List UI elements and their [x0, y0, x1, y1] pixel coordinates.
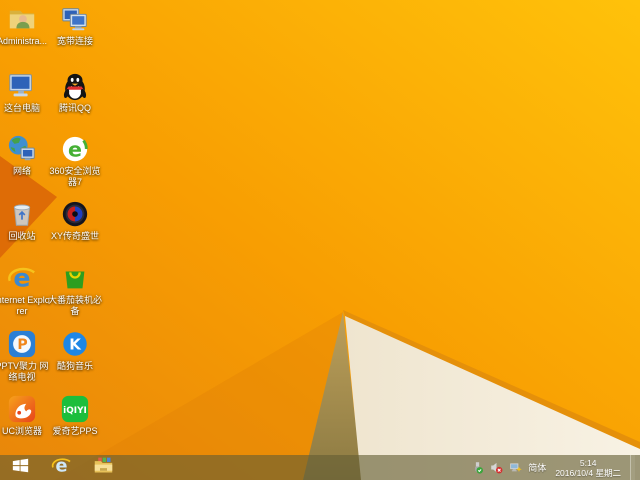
- svg-text:iQIYI: iQIYI: [63, 406, 87, 416]
- start-button[interactable]: [0, 455, 40, 480]
- desktop-icon-label: UC浏览器: [2, 426, 42, 436]
- taskbar: e 简体 5:14 2016/10/4 星期二: [0, 455, 640, 480]
- desktop-icon-xy-chuanqi-shengshi[interactable]: XY传奇盛世: [46, 199, 104, 242]
- desktop-icon-kugou-music[interactable]: K 酷狗音乐: [46, 329, 104, 372]
- language-indicator[interactable]: 简体: [528, 461, 546, 474]
- desktop-icon-label: 大番茄装机必备: [47, 295, 102, 316]
- desktop-icon-label: XY传奇盛世: [50, 231, 99, 241]
- desktop-icon-this-pc[interactable]: 这台电脑: [0, 71, 51, 114]
- desktop-icon-network[interactable]: 网络: [0, 134, 51, 177]
- svg-text:e: e: [13, 263, 30, 292]
- da-fanqie-zhuangji-icon: [58, 263, 92, 293]
- administrator-folder-icon: [5, 4, 39, 34]
- svg-text:K: K: [69, 336, 82, 354]
- network-icon: [5, 134, 39, 164]
- pptv-icon: P: [5, 329, 39, 359]
- internet-explorer-icon: e: [51, 455, 72, 481]
- tencent-qq-icon: [58, 71, 92, 101]
- desktop-icon-label: 宽带连接: [56, 36, 93, 46]
- xy-chuanqi-shengshi-icon: [58, 199, 92, 229]
- desktop-icon-label: 爱奇艺PPS: [52, 426, 98, 436]
- desktop-icon-label: Internet Explorer: [0, 295, 50, 316]
- desktop-icon-recycle-bin[interactable]: 回收站: [0, 199, 51, 242]
- recycle-bin-icon: [5, 199, 39, 229]
- broadband-connection-icon: [58, 4, 92, 34]
- network-warning-icon[interactable]: [509, 461, 523, 474]
- uc-browser-icon: [5, 394, 39, 424]
- svg-text:P: P: [17, 337, 27, 353]
- clock-date: 2016/10/4 星期二: [555, 467, 621, 478]
- volume-muted-icon[interactable]: [490, 461, 503, 474]
- file-explorer-icon: [93, 455, 114, 481]
- desktop-icon-360-safe-browser[interactable]: e 360安全浏览器7: [46, 134, 104, 188]
- desktop-icon-tencent-qq[interactable]: 腾讯QQ: [46, 71, 104, 114]
- desktop-icon-da-fanqie-zhuangji[interactable]: 大番茄装机必备: [46, 263, 104, 317]
- kugou-music-icon: K: [58, 329, 92, 359]
- desktop-icon-label: 这台电脑: [3, 103, 40, 113]
- svg-text:e: e: [68, 138, 82, 162]
- windows-logo-icon: [12, 457, 29, 479]
- usb-safely-remove-icon[interactable]: [471, 461, 484, 474]
- taskbar-file-explorer-button[interactable]: [82, 455, 124, 480]
- desktop-icon-uc-browser[interactable]: UC浏览器: [0, 394, 51, 437]
- desktop-icon-label: PPTV聚力 网络电视: [0, 361, 49, 382]
- desktop-icon-label: 网络: [12, 166, 31, 176]
- desktop-icon-iqiyi-pps[interactable]: iQIYI 爱奇艺PPS: [46, 394, 104, 437]
- taskbar-internet-explorer-button[interactable]: e: [40, 455, 82, 480]
- clock-time: 5:14: [579, 457, 597, 468]
- desktop-icon-label: 腾讯QQ: [58, 103, 91, 113]
- 360-safe-browser-icon: e: [58, 134, 92, 164]
- desktop-icon-label: 酷狗音乐: [56, 361, 93, 371]
- desktop-icon-label: Administra...: [0, 36, 47, 46]
- iqiyi-pps-icon: iQIYI: [58, 394, 92, 424]
- internet-explorer-icon: e: [5, 263, 39, 293]
- this-pc-icon: [5, 71, 39, 101]
- desktop-icon-broadband-connection[interactable]: 宽带连接: [46, 4, 104, 47]
- desktop: Administra... 宽带连接 这台电脑 腾讯QQ 网络 e 360安全浏…: [0, 0, 640, 455]
- desktop-icon-label: 360安全浏览器7: [49, 166, 101, 187]
- system-tray: 简体 5:14 2016/10/4 星期二: [471, 455, 640, 480]
- desktop-icon-pptv[interactable]: P PPTV聚力 网络电视: [0, 329, 51, 383]
- show-desktop-button[interactable]: [630, 455, 635, 480]
- taskbar-clock[interactable]: 5:14 2016/10/4 星期二: [552, 458, 624, 478]
- desktop-icon-administrator-folder[interactable]: Administra...: [0, 4, 51, 47]
- desktop-icon-internet-explorer[interactable]: e Internet Explorer: [0, 263, 51, 317]
- desktop-icon-label: 回收站: [8, 231, 36, 241]
